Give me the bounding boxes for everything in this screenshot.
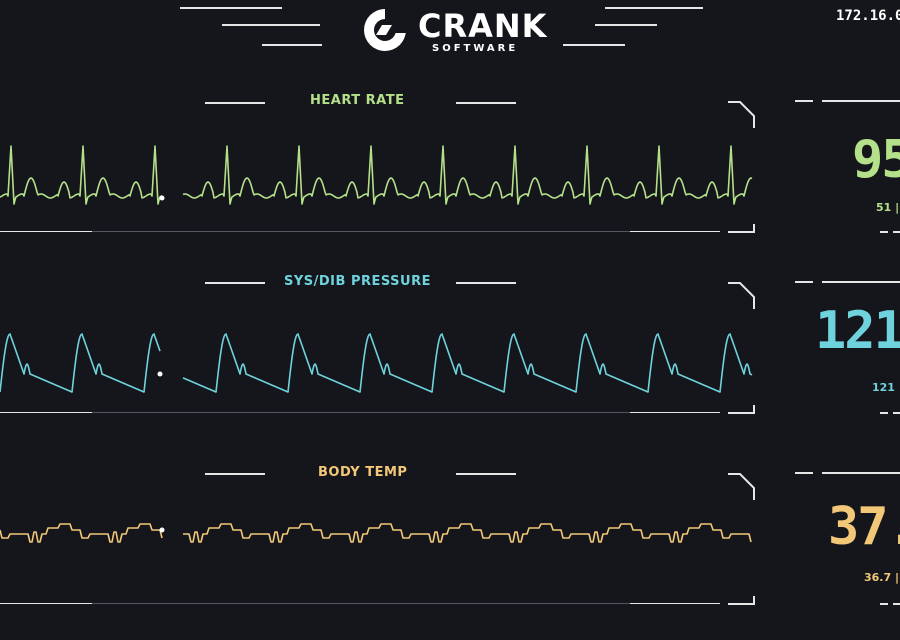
- baseline-track: [92, 231, 630, 232]
- baseline-track: [92, 603, 630, 604]
- readout-deco-line: [880, 231, 888, 233]
- header-deco-line: [222, 24, 320, 26]
- readout-deco-line: [822, 281, 900, 283]
- section-title-line: [456, 102, 516, 104]
- section-title-line: [205, 102, 265, 104]
- crank-logo-icon: [364, 9, 406, 51]
- pressure-wave-segment: [0, 333, 161, 393]
- panel-corner-bracket: [728, 596, 755, 605]
- heart-rate-waveform: [0, 145, 753, 205]
- section-title-line: [205, 473, 265, 475]
- readout-deco-line: [893, 412, 900, 414]
- baseline-left: [0, 412, 92, 413]
- temp-wave-cursor: [159, 527, 165, 533]
- header-deco-line: [262, 44, 322, 46]
- baseline-track: [92, 412, 630, 413]
- heart-rate-value: 95: [852, 130, 900, 190]
- pressure-value: 121/: [815, 301, 900, 361]
- pressure-wave-cursor: [157, 371, 163, 377]
- pressure-title: SYS/DIB PRESSURE: [284, 274, 431, 289]
- readout-deco-line: [822, 100, 900, 102]
- header-deco-line: [595, 24, 657, 26]
- readout-deco-line: [795, 281, 813, 283]
- section-title-line: [456, 282, 516, 284]
- readout-deco-line: [893, 231, 900, 233]
- baseline-right: [630, 412, 720, 413]
- readout-deco-line: [893, 603, 900, 605]
- body-temp-waveform: [0, 523, 752, 543]
- brand-subtitle: SOFTWARE: [432, 43, 519, 54]
- panel-corner-bracket: [728, 282, 755, 309]
- header-deco-line: [180, 7, 282, 9]
- body-temp-value: 37.: [828, 497, 900, 557]
- heart-wave-cursor: [159, 195, 165, 201]
- baseline-left: [0, 603, 92, 604]
- readout-deco-line: [795, 472, 813, 474]
- pressure-waveform: [0, 333, 753, 393]
- pressure-subvalue: 121 |: [872, 381, 900, 394]
- baseline-right: [630, 603, 720, 604]
- panel-corner-bracket: [728, 224, 755, 233]
- header-deco-line: [605, 7, 703, 9]
- heart-rate-subvalue: 51 |: [876, 201, 900, 214]
- readout-deco-line: [880, 412, 888, 414]
- readout-deco-line: [795, 100, 813, 102]
- section-title-line: [205, 282, 265, 284]
- body-temp-title: BODY TEMP: [318, 465, 408, 480]
- header-deco-line: [563, 44, 625, 46]
- readout-deco-line: [822, 472, 900, 474]
- crank-logo: CRANK SOFTWARE: [360, 5, 550, 57]
- readout-deco-line: [880, 603, 888, 605]
- heart-rate-title: HEART RATE: [310, 93, 405, 108]
- baseline-right: [630, 231, 720, 232]
- pressure-wave-segment: [182, 333, 753, 393]
- heart-wave-segment: [0, 145, 163, 205]
- panel-corner-bracket: [728, 101, 755, 128]
- temp-wave-segment: [0, 523, 163, 543]
- ip-address: 172.16.0: [836, 8, 900, 24]
- brand-name: CRANK: [418, 7, 548, 45]
- panel-corner-bracket: [728, 473, 755, 500]
- temp-wave-segment: [183, 523, 752, 543]
- body-temp-subvalue: 36.7 |: [864, 571, 899, 584]
- baseline-left: [0, 231, 92, 232]
- section-title-line: [456, 473, 516, 475]
- heart-wave-segment: [182, 145, 753, 205]
